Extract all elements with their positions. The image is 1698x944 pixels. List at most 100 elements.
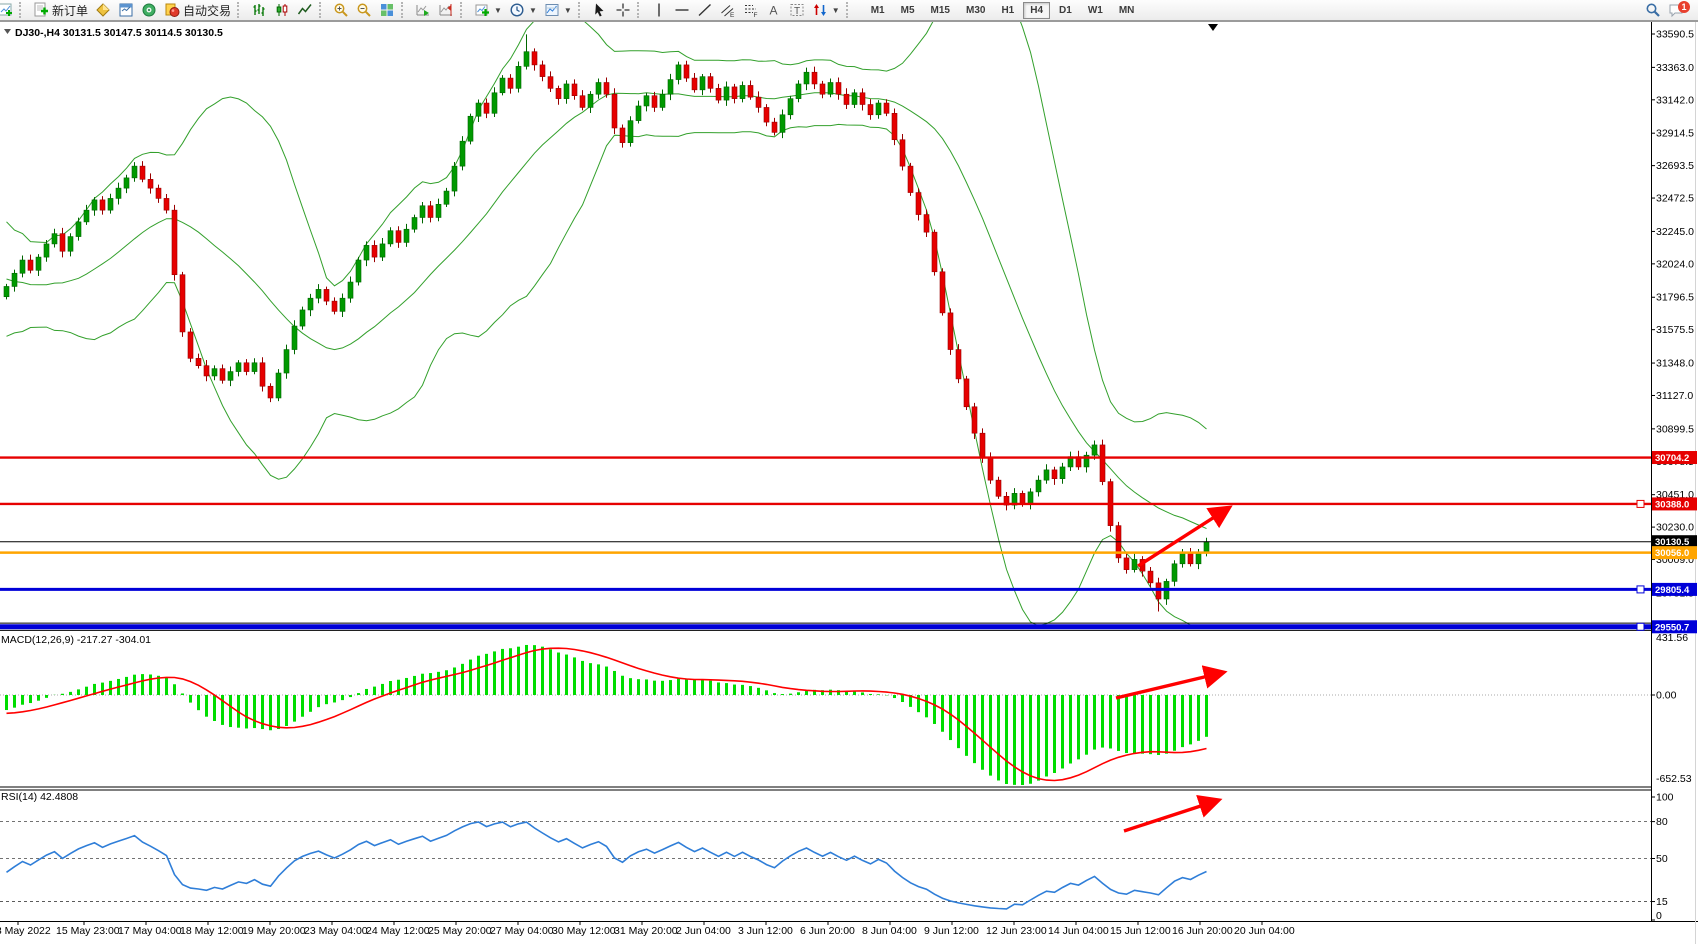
svg-text:80: 80 — [1656, 816, 1668, 828]
date-label: 9 Jun 12:00 — [924, 925, 979, 937]
market-watch-button[interactable] — [92, 1, 114, 20]
dropdown-caret-icon: ▼ — [832, 6, 840, 15]
trend-arrow-rsi[interactable] — [1124, 801, 1216, 831]
toolbar-grip[interactable] — [637, 2, 644, 18]
candlestick-chart-icon — [274, 2, 290, 18]
date-label: 31 May 20:00 — [614, 925, 678, 937]
search-icon — [1645, 2, 1661, 18]
level-handle[interactable] — [1637, 500, 1644, 507]
svg-text:31796.5: 31796.5 — [1656, 292, 1694, 304]
zoom-in-button[interactable] — [330, 1, 352, 20]
svg-text:-652.53: -652.53 — [1656, 773, 1692, 785]
toolbar-grip[interactable] — [401, 2, 408, 18]
new-chart-button[interactable] — [0, 1, 16, 20]
toolbar-grip[interactable] — [19, 2, 26, 18]
rsi-label: RSI(14) 42.4808 — [1, 791, 78, 803]
timeframe-w1-button[interactable]: W1 — [1081, 2, 1110, 19]
date-label: 17 May 04:00 — [118, 925, 182, 937]
svg-text:100: 100 — [1656, 792, 1674, 804]
timeframe-d1-button[interactable]: D1 — [1052, 2, 1079, 19]
date-label: 14 Jun 04:00 — [1048, 925, 1109, 937]
trend-arrow-macd[interactable] — [1116, 673, 1221, 698]
timeframe-h4-button[interactable]: H4 — [1023, 2, 1050, 19]
timeframe-mn-button[interactable]: MN — [1112, 2, 1142, 19]
date-label: 15 May 23:00 — [56, 925, 120, 937]
chart-candles-button[interactable] — [271, 1, 293, 20]
search-button[interactable] — [1642, 1, 1664, 20]
zoom-out-button[interactable] — [353, 1, 375, 20]
timeframe-m30-button[interactable]: M30 — [959, 2, 992, 19]
notifications-button[interactable]: 1 — [1665, 1, 1688, 20]
strategy-tester-button[interactable] — [138, 1, 160, 20]
svg-text:32245.0: 32245.0 — [1656, 226, 1694, 238]
new-order-button[interactable]: 新订单 — [30, 1, 91, 20]
market-watch-icon — [95, 2, 111, 18]
channel-button[interactable]: E — [717, 1, 739, 20]
crosshair-button[interactable] — [612, 1, 634, 20]
templates-button[interactable]: ▼ — [541, 1, 575, 20]
date-label: 3 Jun 12:00 — [738, 925, 793, 937]
svg-text:0.00: 0.00 — [1656, 690, 1677, 702]
svg-text:50: 50 — [1656, 853, 1668, 865]
toolbar-grip[interactable] — [237, 2, 244, 18]
timeframe-m15-button[interactable]: M15 — [924, 2, 957, 19]
chart-canvas[interactable]: 33590.533363.033142.032914.532693.532472… — [0, 22, 1698, 944]
arrows-button[interactable]: ▼ — [809, 1, 843, 20]
data-window-button[interactable] — [115, 1, 137, 20]
svg-text:30704.2: 30704.2 — [1655, 453, 1689, 464]
new-chart-icon — [0, 2, 13, 18]
toolbar-grip[interactable] — [578, 2, 585, 18]
level-handle[interactable] — [1637, 623, 1644, 630]
svg-text:431.56: 431.56 — [1656, 632, 1688, 644]
date-label: 16 Jun 20:00 — [1172, 925, 1233, 937]
templates-icon — [544, 2, 560, 18]
bar-chart-icon — [251, 2, 267, 18]
ohlc-expand-icon[interactable] — [4, 29, 11, 34]
svg-text:33363.0: 33363.0 — [1656, 62, 1694, 74]
indicators-button[interactable]: ▼ — [471, 1, 505, 20]
fibonacci-button[interactable]: F — [740, 1, 762, 20]
date-label: 23 May 04:00 — [304, 925, 368, 937]
timeframe-h1-button[interactable]: H1 — [994, 2, 1021, 19]
bollinger-bands — [7, 22, 1207, 628]
horizontal-line-icon — [674, 2, 690, 18]
date-label: 24 May 12:00 — [366, 925, 430, 937]
vertical-line-button[interactable] — [648, 1, 670, 20]
autotrading-icon — [164, 2, 180, 18]
level-handle[interactable] — [1637, 586, 1644, 593]
horizontal-line-button[interactable] — [671, 1, 693, 20]
date-label: 19 May 20:00 — [242, 925, 306, 937]
chart-shift-button[interactable] — [435, 1, 457, 20]
autotrading-label: 自动交易 — [183, 2, 231, 19]
toolbar-grip[interactable] — [319, 2, 326, 18]
tile-windows-icon — [379, 2, 395, 18]
text-button[interactable]: A — [763, 1, 785, 20]
zoom-in-icon — [333, 2, 349, 18]
svg-text:0: 0 — [1656, 910, 1662, 922]
cursor-button[interactable] — [589, 1, 611, 20]
chart-shift-icon — [438, 2, 454, 18]
periods-button[interactable]: ▼ — [506, 1, 540, 20]
trendline-button[interactable] — [694, 1, 716, 20]
timeframe-m5-button[interactable]: M5 — [894, 2, 922, 19]
date-label: 25 May 20:00 — [428, 925, 492, 937]
notification-badge: 1 — [1678, 1, 1690, 13]
vertical-line-icon — [651, 2, 667, 18]
svg-text:F: F — [753, 12, 757, 18]
tile-windows-button[interactable] — [376, 1, 398, 20]
horizontal-levels[interactable] — [0, 458, 1651, 631]
chart-line-button[interactable] — [294, 1, 316, 20]
toolbar-grip[interactable] — [846, 2, 853, 18]
timeframe-m1-button[interactable]: M1 — [864, 2, 892, 19]
date-label: 13 May 2022 — [0, 925, 51, 937]
toolbar-grip[interactable] — [460, 2, 467, 18]
autotrading-button[interactable]: 自动交易 — [161, 1, 234, 20]
date-label: 27 May 04:00 — [490, 925, 554, 937]
text-label-button[interactable]: T — [786, 1, 808, 20]
zoom-out-icon — [356, 2, 372, 18]
fibonacci-icon: F — [743, 2, 759, 18]
chart-bars-button[interactable] — [248, 1, 270, 20]
chart-shift-marker[interactable] — [1208, 24, 1218, 31]
auto-scroll-button[interactable] — [412, 1, 434, 20]
date-label: 20 Jun 04:00 — [1234, 925, 1295, 937]
